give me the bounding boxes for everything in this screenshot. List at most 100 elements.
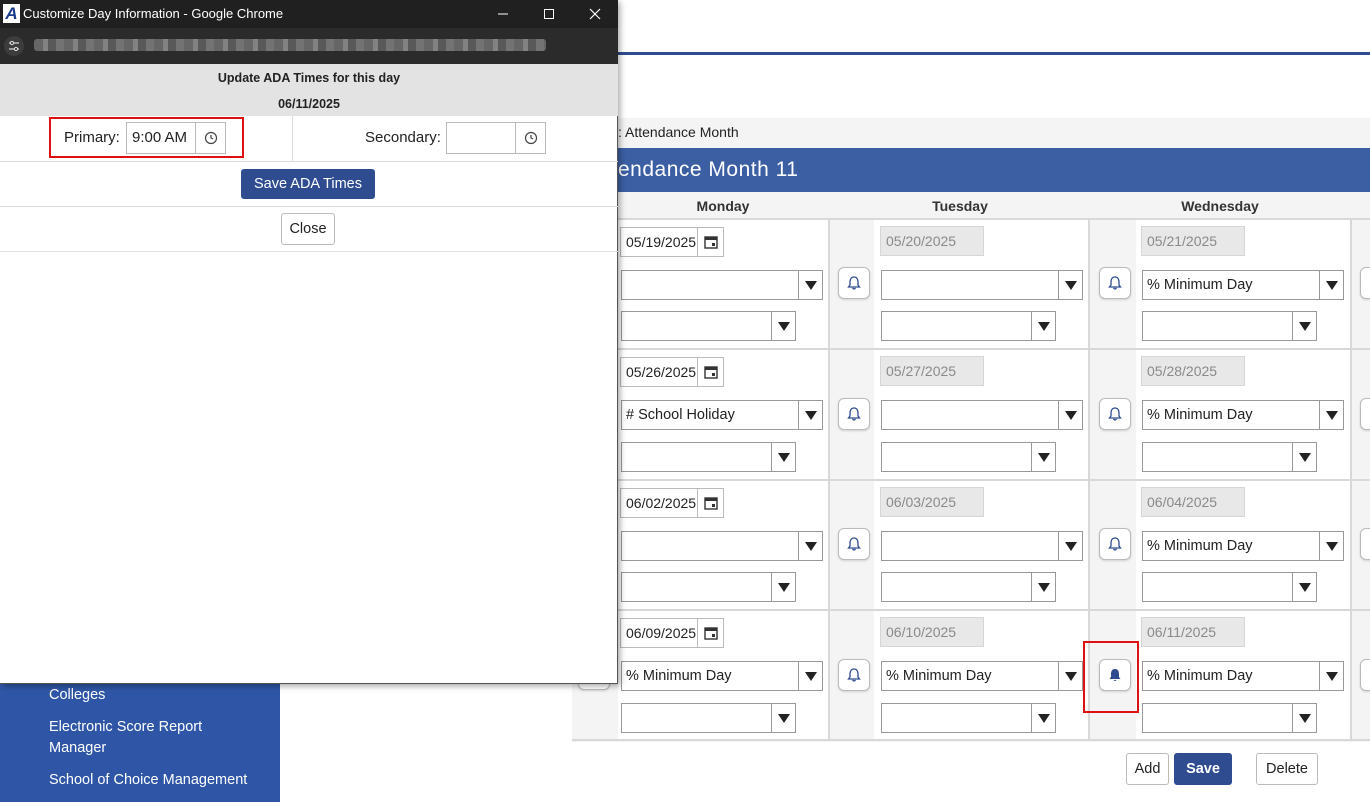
tuesday-day-type-select[interactable] bbox=[881, 400, 1083, 430]
bell-button[interactable] bbox=[838, 267, 870, 299]
chevron-down-icon bbox=[1031, 443, 1055, 471]
popup-heading: Update ADA Times for this day bbox=[217, 71, 401, 85]
monday-day-type-select[interactable] bbox=[621, 531, 823, 561]
chevron-down-icon bbox=[771, 704, 795, 732]
wednesday-date-field: 06/11/2025 bbox=[1141, 617, 1245, 647]
monday-secondary-select[interactable] bbox=[621, 572, 796, 602]
wednesday-secondary-select[interactable] bbox=[1142, 442, 1317, 472]
select-value: % Minimum Day bbox=[1147, 668, 1253, 684]
chevron-down-icon bbox=[1031, 573, 1055, 601]
grid-line bbox=[1350, 218, 1352, 740]
wednesday-day-type-select[interactable]: % Minimum Day bbox=[1142, 661, 1344, 691]
tuesday-secondary-select[interactable] bbox=[881, 442, 1056, 472]
date-text: 05/19/2025 bbox=[626, 234, 697, 250]
bell-button[interactable] bbox=[838, 398, 870, 430]
date-text: 06/09/2025 bbox=[626, 625, 697, 641]
bell-icon bbox=[847, 276, 861, 290]
select-value: % Minimum Day bbox=[626, 668, 732, 684]
chevron-down-icon bbox=[798, 532, 822, 560]
tuesday-secondary-select[interactable] bbox=[881, 311, 1056, 341]
sidebar-item-school-of-choice-management[interactable]: School of Choice Management bbox=[49, 770, 247, 791]
chevron-down-icon bbox=[798, 401, 822, 429]
divider bbox=[292, 116, 293, 161]
wednesday-day-type-select[interactable]: % Minimum Day bbox=[1142, 400, 1344, 430]
monday-day-type-select[interactable]: % Minimum Day bbox=[621, 661, 823, 691]
add-button[interactable]: Add bbox=[1126, 753, 1169, 785]
chevron-down-icon bbox=[798, 662, 822, 690]
site-settings-icon[interactable] bbox=[4, 36, 24, 56]
chevron-down-icon bbox=[798, 271, 822, 299]
tuesday-secondary-select[interactable] bbox=[881, 572, 1056, 602]
close-button[interactable]: Close bbox=[281, 213, 335, 245]
close-window-button[interactable] bbox=[572, 0, 618, 28]
minimize-button[interactable] bbox=[480, 0, 526, 28]
sidebar: Colleges Electronic Score Report Manager… bbox=[0, 683, 280, 802]
chevron-down-icon bbox=[1292, 312, 1316, 340]
highlight-box bbox=[49, 117, 244, 158]
calendar-icon[interactable] bbox=[697, 358, 723, 386]
calendar-icon[interactable] bbox=[697, 619, 723, 647]
ada-times-row: Primary: 9:00 AM Secondary: bbox=[0, 116, 618, 162]
bell-button[interactable] bbox=[838, 528, 870, 560]
customize-day-popup: A Customize Day Information - Google Chr… bbox=[0, 0, 618, 684]
date-text: 05/26/2025 bbox=[626, 364, 697, 380]
bell-button[interactable] bbox=[1360, 528, 1370, 560]
grid-line bbox=[618, 609, 1370, 611]
window-title-bar[interactable]: A Customize Day Information - Google Chr… bbox=[0, 0, 618, 28]
url-bar[interactable] bbox=[0, 28, 618, 64]
bell-button[interactable] bbox=[838, 659, 870, 691]
bell-button[interactable] bbox=[1360, 398, 1370, 430]
tuesday-secondary-select[interactable] bbox=[881, 703, 1056, 733]
bell-button[interactable] bbox=[1099, 267, 1131, 299]
bell-button[interactable] bbox=[1360, 659, 1370, 691]
bell-icon bbox=[1108, 407, 1122, 421]
chevron-down-icon bbox=[1058, 532, 1082, 560]
chevron-down-icon bbox=[1292, 704, 1316, 732]
save-button[interactable]: Save bbox=[1174, 753, 1232, 785]
wednesday-secondary-select[interactable] bbox=[1142, 572, 1317, 602]
chevron-down-icon bbox=[771, 312, 795, 340]
sidebar-item-colleges[interactable]: Colleges bbox=[49, 685, 105, 706]
delete-button[interactable]: Delete bbox=[1256, 753, 1318, 785]
tuesday-day-type-select[interactable] bbox=[881, 531, 1083, 561]
tuesday-day-type-select[interactable]: % Minimum Day bbox=[881, 661, 1083, 691]
bell-button[interactable] bbox=[1360, 267, 1370, 299]
monday-secondary-select[interactable] bbox=[621, 703, 796, 733]
bell-button[interactable] bbox=[1099, 528, 1131, 560]
breadcrumb[interactable]: : Attendance Month bbox=[618, 124, 739, 142]
monday-date-field[interactable]: 05/19/2025 bbox=[620, 227, 724, 257]
monday-date-field[interactable]: 06/09/2025 bbox=[620, 618, 724, 648]
monday-date-field[interactable]: 06/02/2025 bbox=[620, 488, 724, 518]
select-value: % Minimum Day bbox=[1147, 407, 1253, 423]
calendar-icon[interactable] bbox=[697, 228, 723, 256]
sidebar-item-electronic-score-report-manager[interactable]: Electronic Score Report Manager bbox=[49, 717, 229, 759]
wednesday-date-field: 06/04/2025 bbox=[1141, 487, 1245, 517]
maximize-icon bbox=[544, 9, 554, 19]
clock-icon[interactable] bbox=[515, 123, 545, 153]
monday-secondary-select[interactable] bbox=[621, 442, 796, 472]
tuesday-date-field: 06/03/2025 bbox=[880, 487, 984, 517]
bell-icon bbox=[1108, 276, 1122, 290]
monday-secondary-select[interactable] bbox=[621, 311, 796, 341]
wednesday-day-type-select[interactable]: % Minimum Day bbox=[1142, 270, 1344, 300]
save-ada-times-button[interactable]: Save ADA Times bbox=[241, 169, 375, 199]
secondary-label: Secondary: bbox=[365, 129, 441, 146]
bell-button[interactable] bbox=[1099, 398, 1131, 430]
tuesday-date-field: 05/27/2025 bbox=[880, 356, 984, 386]
day-header-monday: Monday bbox=[696, 198, 750, 214]
monday-day-type-select[interactable] bbox=[621, 270, 823, 300]
wednesday-secondary-select[interactable] bbox=[1142, 703, 1317, 733]
maximize-button[interactable] bbox=[526, 0, 572, 28]
wednesday-secondary-select[interactable] bbox=[1142, 311, 1317, 341]
wednesday-day-type-select[interactable]: % Minimum Day bbox=[1142, 531, 1344, 561]
monday-day-type-select[interactable]: # School Holiday bbox=[621, 400, 823, 430]
calendar-icon[interactable] bbox=[697, 489, 723, 517]
day-header-wednesday: Wednesday bbox=[1181, 198, 1259, 214]
chevron-down-icon bbox=[771, 443, 795, 471]
monday-date-field[interactable]: 05/26/2025 bbox=[620, 357, 724, 387]
date-text: 06/02/2025 bbox=[626, 495, 697, 511]
tuesday-date-field: 06/10/2025 bbox=[880, 617, 984, 647]
month-title: endance Month 11 bbox=[572, 148, 1370, 192]
tuesday-day-type-select[interactable] bbox=[881, 270, 1083, 300]
secondary-time-field[interactable] bbox=[446, 122, 546, 154]
